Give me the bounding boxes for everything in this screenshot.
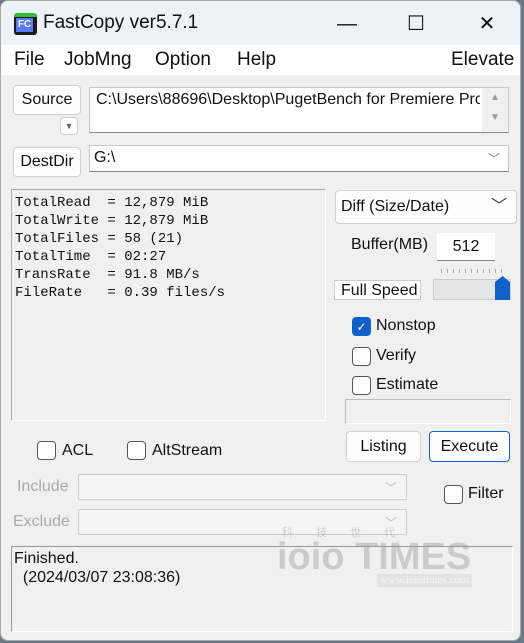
source-history-dropdown[interactable]: ▼ — [60, 117, 78, 135]
fastcopy-window: FC FastCopy ver5.7.1 — ☐ ✕ File JobMng O… — [0, 0, 521, 641]
menu-file[interactable]: File — [14, 49, 45, 71]
fastcopy-app-icon: FC — [14, 13, 37, 35]
source-path-input[interactable]: C:\Users\88696\Desktop\PugetBench for Pr… — [89, 87, 509, 133]
nonstop-label: Nonstop — [376, 317, 436, 334]
verify-label: Verify — [376, 347, 417, 364]
status-timestamp: (2024/03/07 23:08:36) — [14, 569, 181, 586]
speed-label: Full Speed — [334, 280, 421, 300]
menu-bar: File JobMng Option Help Elevate — [1, 45, 520, 75]
filter-checkbox[interactable] — [444, 485, 463, 504]
estimate-label: Estimate — [376, 376, 439, 393]
stats-text: TotalRead = 12,879 MiB TotalWrite = 12,8… — [15, 194, 225, 302]
chevron-down-icon: ﹀ — [487, 152, 500, 166]
status-text: Finished. (2024/03/07 23:08:36) — [14, 549, 180, 587]
stat-total-files: TotalFiles = 58 (21) — [15, 231, 184, 247]
copy-mode-combo[interactable]: Diff (Size/Date) ﹀ — [335, 190, 517, 224]
buffer-label: Buffer(MB) — [351, 236, 429, 253]
stat-file-rate: FileRate = 0.39 files/s — [15, 285, 226, 301]
close-button[interactable]: ✕ — [464, 9, 510, 39]
stat-trans-rate: TransRate = 91.8 MB/s — [15, 267, 200, 283]
include-combo[interactable]: ﹀ — [78, 474, 407, 500]
acl-label: ACL — [62, 442, 94, 459]
execute-button[interactable]: Execute — [429, 431, 510, 462]
stat-total-read: TotalRead = 12,879 MiB — [15, 195, 209, 211]
destdir-button[interactable]: DestDir — [13, 147, 81, 177]
include-label: Include — [17, 478, 69, 495]
estimate-checkbox[interactable] — [352, 376, 371, 395]
menu-help[interactable]: Help — [237, 49, 276, 71]
menu-option[interactable]: Option — [155, 49, 211, 71]
exclude-label: Exclude — [13, 513, 70, 530]
status-log: Finished. (2024/03/07 23:08:36) — [11, 546, 513, 632]
exclude-combo[interactable]: ﹀ — [78, 509, 407, 535]
source-button[interactable]: Source — [13, 85, 81, 115]
stat-total-time: TotalTime = 02:27 — [15, 249, 167, 265]
nonstop-checkbox[interactable]: ✓ — [352, 317, 371, 336]
speed-slider-thumb[interactable] — [495, 276, 510, 300]
menu-jobmng[interactable]: JobMng — [64, 49, 132, 71]
copy-mode-value: Diff (Size/Date) — [341, 198, 450, 215]
status-line: Finished. — [14, 550, 79, 567]
chevron-down-icon: ﹀ — [490, 198, 507, 215]
stats-panel: TotalRead = 12,879 MiB TotalWrite = 12,8… — [11, 189, 326, 421]
acl-checkbox[interactable] — [37, 441, 56, 460]
title-bar: FC FastCopy ver5.7.1 — ☐ ✕ — [1, 1, 520, 45]
maximize-button[interactable]: ☐ — [393, 9, 439, 39]
chevron-down-icon: ﹀ — [384, 516, 397, 530]
speed-slider[interactable] — [433, 276, 511, 300]
chevron-down-icon: ﹀ — [384, 481, 397, 495]
altstream-checkbox[interactable] — [127, 441, 146, 460]
source-scrollbar[interactable]: ▲ ▼ — [482, 88, 508, 132]
verify-checkbox[interactable] — [352, 347, 371, 366]
filter-label: Filter — [468, 485, 504, 502]
dest-path-combo[interactable]: G:\ ﹀ — [89, 145, 509, 172]
window-title: FastCopy ver5.7.1 — [43, 12, 199, 33]
buffer-input[interactable]: 512 — [437, 233, 495, 261]
menu-elevate[interactable]: Elevate — [451, 49, 514, 71]
stat-total-write: TotalWrite = 12,879 MiB — [15, 213, 209, 229]
listing-button[interactable]: Listing — [346, 431, 421, 462]
source-path-text: C:\Users\88696\Desktop\PugetBench for Pr… — [96, 91, 480, 108]
dest-path-text: G:\ — [94, 149, 116, 166]
progress-bar — [345, 399, 511, 424]
minimize-button[interactable]: — — [324, 9, 370, 39]
speed-ticks — [441, 269, 507, 273]
altstream-label: AltStream — [152, 442, 223, 459]
